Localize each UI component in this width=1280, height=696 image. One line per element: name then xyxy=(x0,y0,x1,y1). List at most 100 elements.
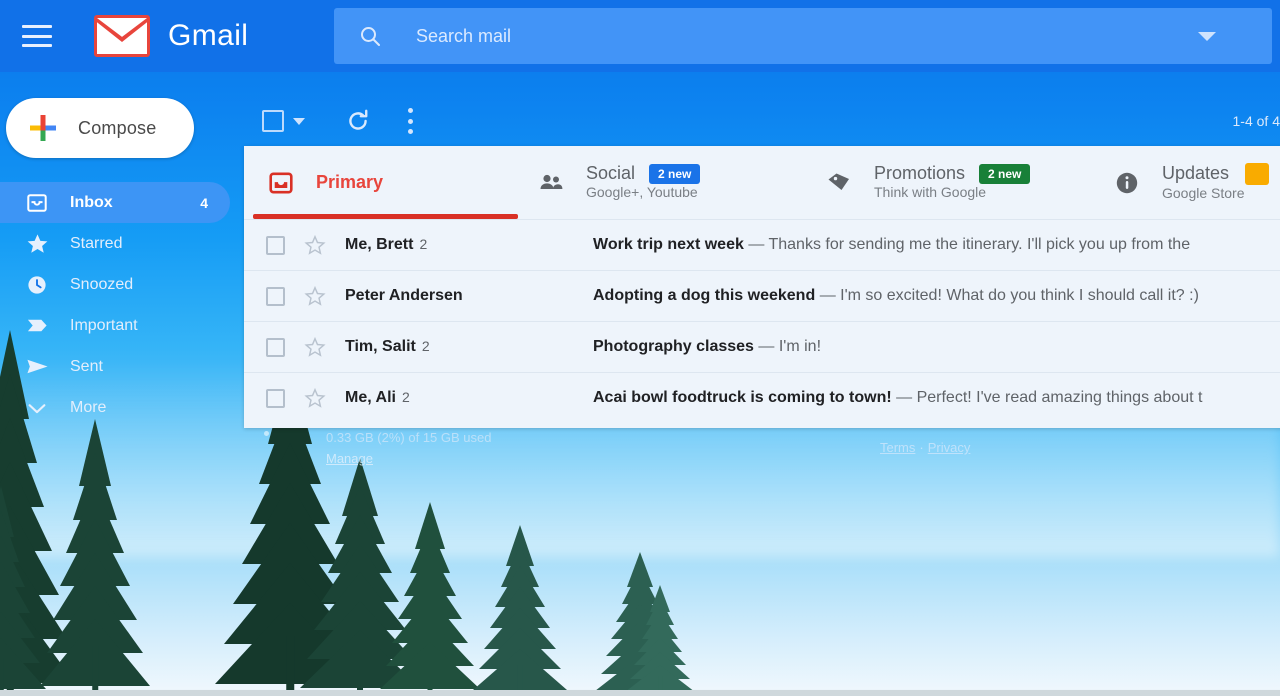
legal-separator: · xyxy=(919,440,924,455)
row-sender-name: Me, Brett xyxy=(345,236,414,253)
people-icon xyxy=(536,168,566,198)
star-icon[interactable] xyxy=(304,234,326,256)
pine-tree xyxy=(625,585,695,696)
row-checkbox[interactable] xyxy=(266,286,285,306)
pine-tree xyxy=(40,419,150,696)
list-toolbar: 1-4 of 4 xyxy=(262,100,1280,142)
row-subject: Acai bowl foodtruck is coming to town! xyxy=(593,389,892,406)
row-sender: Me, Brett 2 xyxy=(345,236,593,254)
select-all-checkbox[interactable] xyxy=(262,110,284,132)
sidebar-item-label: Starred xyxy=(70,234,123,252)
row-checkbox[interactable] xyxy=(266,388,285,408)
sidebar-item-label: Inbox xyxy=(70,193,113,211)
row-body: Acai bowl foodtruck is coming to town! —… xyxy=(593,389,1280,407)
chevron-down-icon xyxy=(24,395,50,421)
sidebar-nav: Inbox 4 Starred Snoozed Important Sent M… xyxy=(0,182,230,428)
info-icon xyxy=(1112,168,1142,198)
terms-link[interactable]: Terms xyxy=(880,440,915,455)
tab-primary[interactable]: Primary xyxy=(244,146,518,219)
row-snippet: — Thanks for sending me the itinerary. I… xyxy=(748,236,1191,253)
row-body: Adopting a dog this weekend — I'm so exc… xyxy=(593,287,1280,305)
tag-icon xyxy=(824,168,854,198)
gmail-logo-icon xyxy=(94,15,150,57)
table-row[interactable]: Tim, Salit 2 Photography classes — I'm in! xyxy=(244,321,1280,372)
compose-label: Compose xyxy=(78,117,157,138)
tab-text: Social 2 new Google+, Youtube xyxy=(586,163,701,202)
tab-text: Primary xyxy=(316,172,383,193)
tab-promotions[interactable]: Promotions 2 new Think with Google xyxy=(802,146,1090,219)
tab-label: Primary xyxy=(316,172,384,192)
important-icon xyxy=(24,313,50,339)
tab-sublabel: Think with Google xyxy=(874,184,987,200)
row-thread-count: 2 xyxy=(421,338,430,354)
row-sender: Peter Andersen xyxy=(345,287,593,305)
gmail-window: Gmail Compose xyxy=(0,0,1280,696)
refresh-icon[interactable] xyxy=(345,108,371,134)
row-sender: Me, Ali 2 xyxy=(345,389,593,407)
row-sender-name: Me, Ali xyxy=(345,389,396,406)
tab-label: Social xyxy=(586,163,636,183)
tab-sublabel: Google Store xyxy=(1162,184,1245,201)
table-row[interactable]: Me, Brett 2 Work trip next week — Thanks f… xyxy=(244,219,1280,270)
plus-icon xyxy=(30,115,56,141)
inbox-icon xyxy=(266,168,296,198)
table-row[interactable]: Peter Andersen Adopting a dog this weeken… xyxy=(244,270,1280,321)
star-icon[interactable] xyxy=(304,285,326,307)
tab-social[interactable]: Social 2 new Google+, Youtube xyxy=(514,146,802,219)
clock-icon xyxy=(24,272,50,298)
sidebar-item-inbox[interactable]: Inbox 4 xyxy=(0,182,230,223)
gmail-logo[interactable]: Gmail xyxy=(94,15,248,57)
sidebar-item-label: Sent xyxy=(70,357,103,375)
search-icon xyxy=(358,24,382,48)
row-checkbox[interactable] xyxy=(266,235,285,255)
row-sender-name: Tim, Salit xyxy=(345,338,416,355)
sidebar-item-sent[interactable]: Sent xyxy=(0,346,230,387)
tab-updates[interactable]: Updates Google Store xyxy=(1090,146,1280,219)
top-header-bar: Gmail xyxy=(0,0,1280,72)
tab-sublabel: Google+, Youtube xyxy=(586,184,698,200)
pine-tree xyxy=(0,485,46,696)
row-checkbox[interactable] xyxy=(266,337,285,357)
hamburger-icon[interactable] xyxy=(22,25,52,47)
compose-button[interactable]: Compose xyxy=(6,98,194,158)
legal-links: Terms · Privacy xyxy=(880,440,970,455)
privacy-link[interactable]: Privacy xyxy=(928,440,971,455)
sidebar-item-snoozed[interactable]: Snoozed xyxy=(0,264,230,305)
row-body: Photography classes — I'm in! xyxy=(593,338,1280,356)
bottom-edge-strip xyxy=(0,690,1280,696)
search-options-chevron-down-icon[interactable] xyxy=(1198,31,1216,41)
mail-row-list: Me, Brett 2 Work trip next week — Thanks f… xyxy=(244,219,1280,423)
pine-tree xyxy=(473,524,568,696)
row-snippet: — Perfect! I've read amazing things abou… xyxy=(896,389,1203,406)
storage-info: 0.33 GB (2%) of 15 GB used Manage xyxy=(326,430,491,466)
star-icon[interactable] xyxy=(304,387,326,409)
row-snippet: — I'm so excited! What do you think I sh… xyxy=(819,287,1199,304)
mail-list-panel: Primary Social 2 new Google+, Youtube Pr… xyxy=(244,146,1280,428)
sidebar-item-important[interactable]: Important xyxy=(0,305,230,346)
manage-storage-link[interactable]: Manage xyxy=(326,451,491,466)
table-row[interactable]: Me, Ali 2 Acai bowl foodtruck is coming to… xyxy=(244,372,1280,423)
search-input[interactable] xyxy=(416,25,1198,47)
tab-text: Updates Google Store xyxy=(1162,162,1270,203)
sidebar-item-more[interactable]: More xyxy=(0,387,230,428)
row-sender: Tim, Salit 2 xyxy=(345,338,593,356)
tab-label: Updates xyxy=(1162,163,1230,183)
sidebar-item-label: More xyxy=(70,398,107,416)
storage-text: 0.33 GB (2%) of 15 GB used xyxy=(326,430,492,445)
more-vertical-icon[interactable] xyxy=(407,108,413,134)
tab-label: Promotions xyxy=(874,163,966,183)
sidebar-item-label: Snoozed xyxy=(70,275,134,293)
pine-tree xyxy=(380,502,480,696)
sidebar-item-label: Important xyxy=(70,316,138,334)
sidebar-item-starred[interactable]: Starred xyxy=(0,223,230,264)
star-icon xyxy=(24,231,50,257)
row-body: Work trip next week — Thanks for sending… xyxy=(593,236,1280,254)
row-sender-name: Peter Andersen xyxy=(345,287,463,304)
row-subject: Photography classes xyxy=(593,338,754,355)
star-icon[interactable] xyxy=(304,336,326,358)
sidebar-item-count: 4 xyxy=(200,194,208,211)
send-icon xyxy=(24,354,50,380)
select-all-chevron-down-icon[interactable] xyxy=(293,117,305,125)
category-tabs: Primary Social 2 new Google+, Youtube Pr… xyxy=(244,146,1280,219)
search-bar[interactable] xyxy=(334,8,1272,64)
